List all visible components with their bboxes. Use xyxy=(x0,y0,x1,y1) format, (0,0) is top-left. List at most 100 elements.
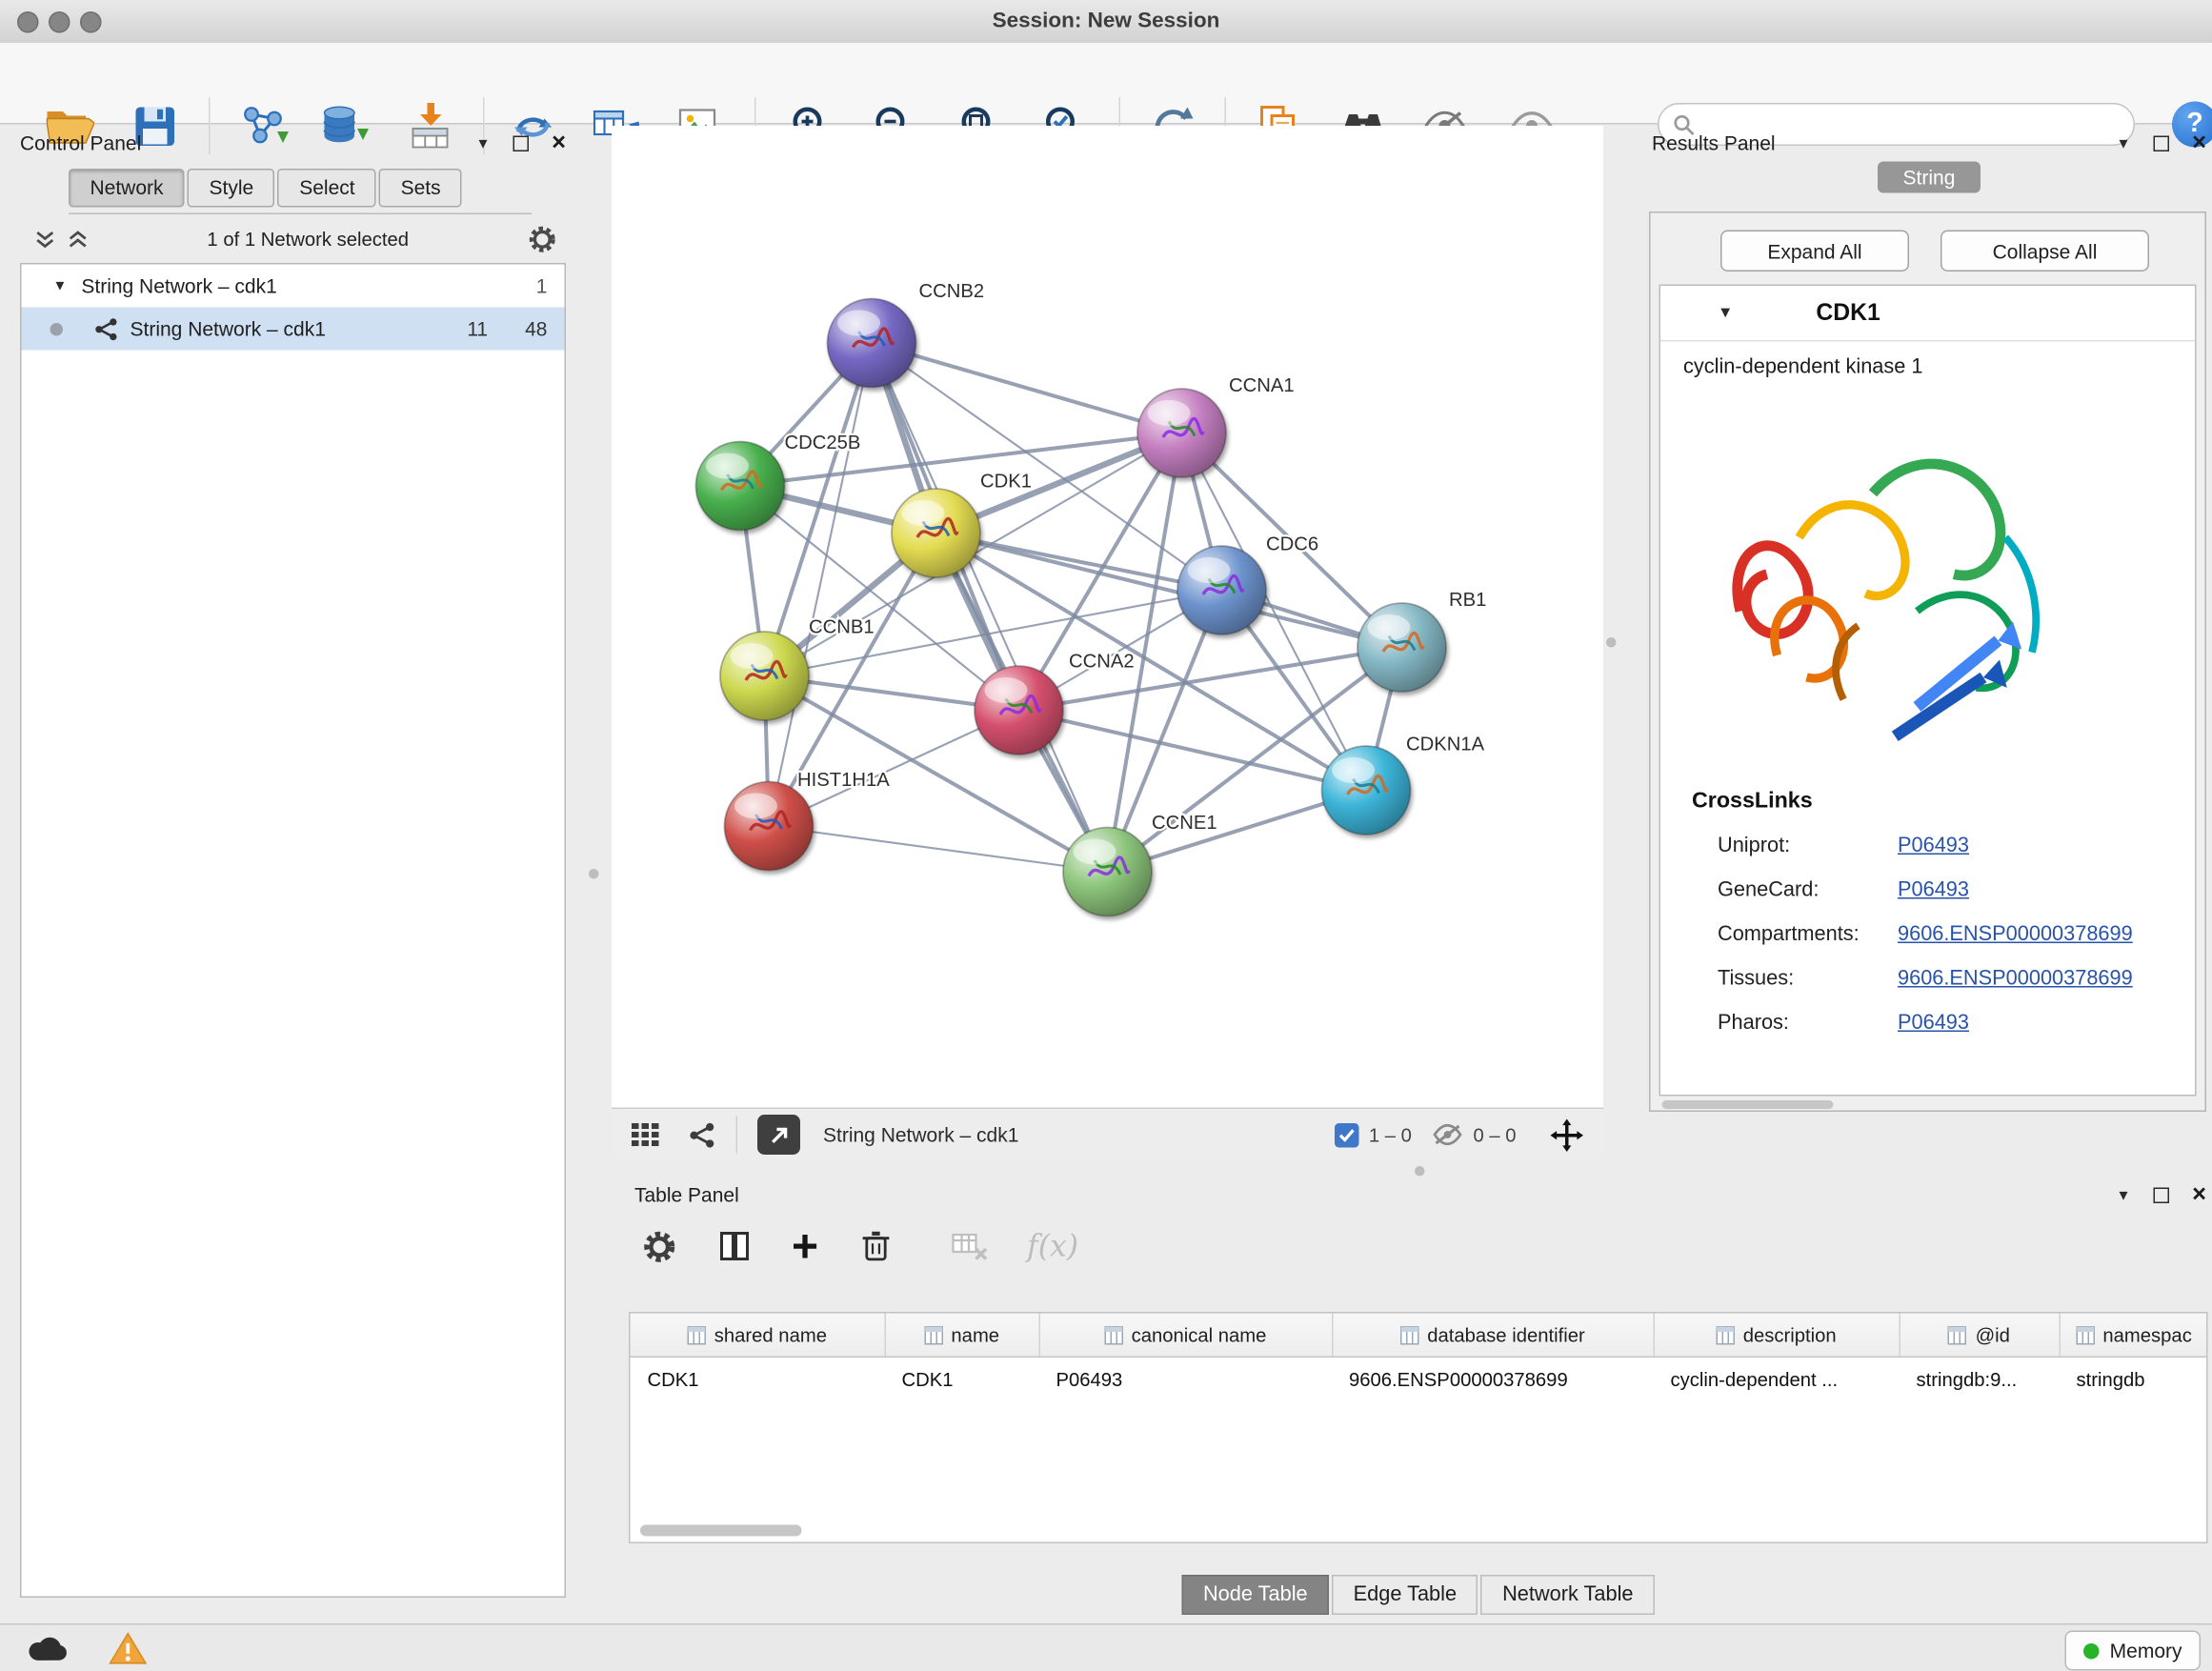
memory-label: Memory xyxy=(2110,1640,2182,1662)
tab-network-table[interactable]: Network Table xyxy=(1481,1575,1655,1615)
splitter-handle[interactable] xyxy=(589,869,599,879)
crosslink-row: Compartments: 9606.ENSP00000378699 xyxy=(1718,912,2195,956)
external-arrow-icon xyxy=(768,1124,790,1146)
expand-all-button[interactable]: Expand All xyxy=(1720,231,1909,272)
network-node[interactable] xyxy=(1322,746,1411,835)
network-node[interactable] xyxy=(975,666,1063,755)
tab-select[interactable]: Select xyxy=(278,168,376,207)
splitter-handle[interactable] xyxy=(1415,1166,1425,1177)
table-row[interactable]: CDK1 CDK1 P06493 9606.ENSP00000378699 cy… xyxy=(631,1357,2208,1400)
attribute-table: shared name name canonical name database… xyxy=(631,1314,2208,1401)
crosslink-value[interactable]: P06493 xyxy=(1898,834,1969,856)
gear-icon[interactable] xyxy=(528,224,558,254)
network-node[interactable] xyxy=(1137,389,1226,477)
hidden-eye-icon[interactable] xyxy=(1432,1123,1463,1146)
network-graph[interactable]: CCNB2CCNA1CDC25BCDK1CDC6RB1CCNB1CCNA2CDK… xyxy=(612,126,1603,1108)
crosslink-label: GeneCard: xyxy=(1718,878,1898,901)
collapse-all-icon[interactable] xyxy=(34,228,56,250)
table-tabs: Node Table Edge Table Network Table xyxy=(625,1575,2212,1615)
network-node[interactable] xyxy=(1063,828,1152,916)
network-node[interactable] xyxy=(1357,603,1446,692)
delete-column-trash-icon[interactable] xyxy=(858,1228,893,1265)
disclosure-triangle-icon[interactable]: ▼ xyxy=(53,278,68,294)
table-settings-gear-icon[interactable] xyxy=(642,1228,678,1264)
column-header[interactable]: name xyxy=(885,1314,1039,1358)
network-node[interactable] xyxy=(892,489,980,577)
horizontal-scrollbar[interactable] xyxy=(640,1525,802,1537)
panel-menu-icon[interactable]: ▾ xyxy=(2120,1185,2128,1205)
tab-network[interactable]: Network xyxy=(69,168,185,207)
table-panel-title: Table Panel xyxy=(634,1183,739,1206)
crosslinks-title: CrossLinks xyxy=(1692,789,2195,815)
show-columns-icon[interactable] xyxy=(717,1229,752,1263)
node-label: CCNA1 xyxy=(1229,375,1295,396)
float-panel-icon[interactable] xyxy=(2154,135,2170,151)
graphics-details-icon[interactable] xyxy=(632,1122,660,1147)
collection-label: String Network – cdk1 xyxy=(81,274,276,297)
network-label: String Network – cdk1 xyxy=(131,317,326,340)
column-header[interactable]: canonical name xyxy=(1039,1314,1333,1358)
tab-style[interactable]: Style xyxy=(188,168,275,207)
selected-checkbox-icon[interactable] xyxy=(1335,1122,1359,1147)
crosslink-label: Pharos: xyxy=(1718,1011,1898,1034)
node-label: CDC25B xyxy=(785,433,861,453)
panel-menu-icon[interactable]: ▾ xyxy=(2120,133,2128,153)
network-edge[interactable] xyxy=(769,343,872,826)
network-edge[interactable] xyxy=(872,343,1108,872)
network-row-selected[interactable]: String Network – cdk1 11 48 xyxy=(22,308,565,351)
column-header[interactable]: shared name xyxy=(631,1314,885,1358)
network-node[interactable] xyxy=(725,782,814,871)
network-edge[interactable] xyxy=(1019,711,1367,791)
network-collection-row[interactable]: ▼ String Network – cdk1 1 xyxy=(22,265,565,308)
pan-tool-icon[interactable] xyxy=(1551,1118,1584,1152)
panel-menu-icon[interactable]: ▾ xyxy=(479,133,488,153)
window-title: Session: New Session xyxy=(0,0,2212,43)
close-panel-icon[interactable]: × xyxy=(2192,133,2206,153)
titlebar: Session: New Session xyxy=(0,0,2212,45)
delete-table-icon-disabled xyxy=(950,1231,987,1262)
crosslink-value[interactable]: P06493 xyxy=(1898,1011,1969,1034)
add-column-icon[interactable]: + xyxy=(792,1229,818,1263)
gene-symbol: CDK1 xyxy=(1816,299,1880,327)
string-results-container: Expand All Collapse All ▼ CDK1 cyclin-de… xyxy=(1649,211,2206,1112)
memory-button[interactable]: Memory xyxy=(2065,1631,2201,1671)
node-table: shared name name canonical name database… xyxy=(629,1312,2208,1543)
hidden-count-badge: 0 – 0 xyxy=(1473,1124,1516,1146)
float-panel-icon[interactable] xyxy=(2154,1187,2170,1203)
column-header[interactable]: database identifier xyxy=(1332,1314,1654,1358)
column-header[interactable]: namespac xyxy=(2060,1314,2208,1358)
node-label: CCNB2 xyxy=(919,281,985,302)
crosslink-value[interactable]: 9606.ENSP00000378699 xyxy=(1898,967,2133,990)
tab-node-table[interactable]: Node Table xyxy=(1181,1575,1329,1615)
float-panel-icon[interactable] xyxy=(513,135,530,151)
current-network-bullet-icon xyxy=(50,322,64,335)
network-edge[interactable] xyxy=(769,826,1108,872)
splitter-handle[interactable] xyxy=(1606,637,1617,648)
tab-string[interactable]: String xyxy=(1878,162,1981,193)
network-node[interactable] xyxy=(828,299,916,388)
network-node[interactable] xyxy=(720,632,809,720)
close-panel-icon[interactable]: × xyxy=(552,133,566,153)
close-panel-icon[interactable]: × xyxy=(2192,1185,2206,1205)
network-node[interactable] xyxy=(696,442,785,531)
tab-sets[interactable]: Sets xyxy=(379,168,462,207)
network-node[interactable] xyxy=(1177,546,1266,634)
share-network-icon[interactable] xyxy=(689,1121,716,1149)
open-in-new-window-button[interactable] xyxy=(757,1115,800,1155)
status-bar: Memory xyxy=(0,1623,2212,1671)
crosslink-value[interactable]: P06493 xyxy=(1898,878,1969,901)
crosslink-value[interactable]: 9606.ENSP00000378699 xyxy=(1898,922,2133,945)
apply-function-icon-disabled: f(x) xyxy=(1027,1229,1078,1263)
cloud-status-icon[interactable] xyxy=(26,1634,71,1671)
expand-all-icon[interactable] xyxy=(68,228,90,250)
tab-edge-table[interactable]: Edge Table xyxy=(1332,1575,1478,1615)
crosslink-row: Pharos: P06493 xyxy=(1718,1000,2195,1045)
crosslink-row: Uniprot: P06493 xyxy=(1718,823,2195,868)
column-header[interactable]: description xyxy=(1654,1314,1900,1358)
column-header[interactable]: @id xyxy=(1900,1314,2060,1358)
network-edge[interactable] xyxy=(872,343,1182,433)
horizontal-scrollbar[interactable] xyxy=(1662,1100,1834,1109)
collapse-all-button[interactable]: Collapse All xyxy=(1941,231,2149,272)
warning-icon[interactable] xyxy=(109,1631,148,1671)
disclosure-triangle-icon[interactable]: ▼ xyxy=(1718,305,1733,322)
